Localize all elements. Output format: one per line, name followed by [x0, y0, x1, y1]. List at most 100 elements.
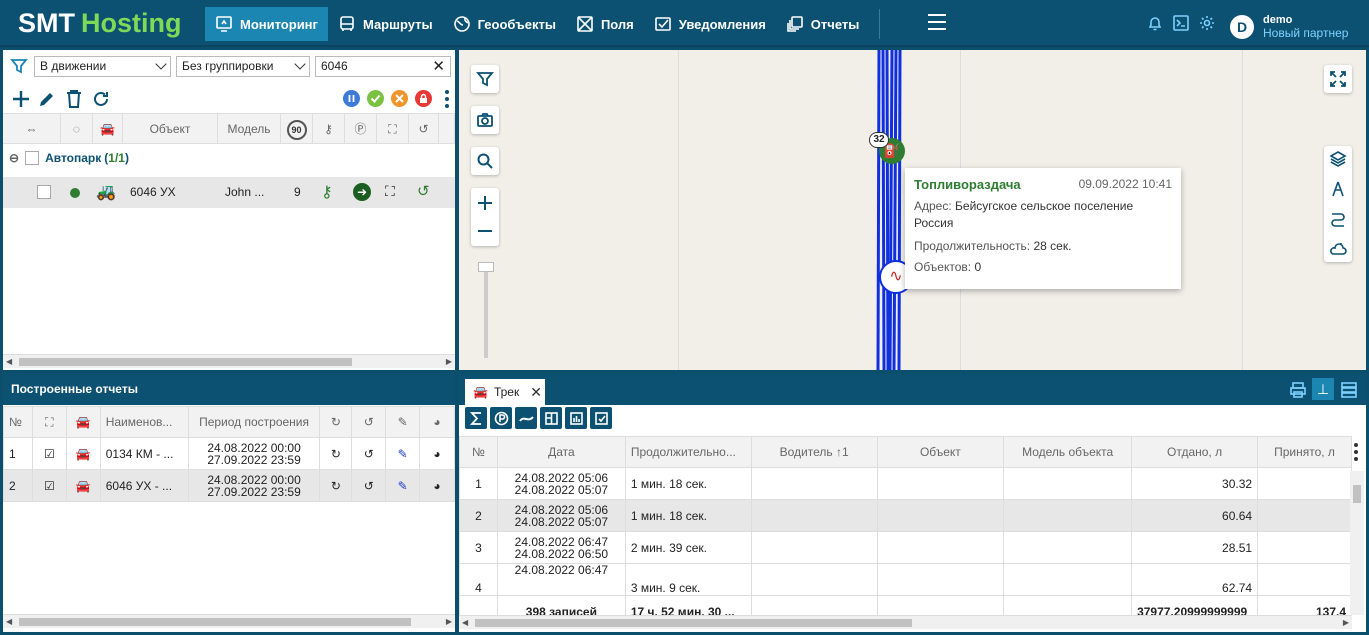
parking-button[interactable]: [490, 407, 512, 429]
nav-routes[interactable]: Маршруты: [328, 7, 443, 41]
filter-icon[interactable]: [10, 57, 28, 75]
rebuild-icon[interactable]: ↻: [319, 469, 353, 502]
pie-chart-icon: ◕: [419, 406, 455, 438]
tab-track[interactable]: 🚘 Трек ✕: [465, 379, 545, 405]
more-vert-icon[interactable]: [1352, 442, 1360, 462]
fullscreen-icon: [1330, 71, 1346, 87]
locate-icon[interactable]: ◌: [61, 114, 93, 144]
col-object[interactable]: Объект: [123, 114, 218, 144]
clear-icon[interactable]: ✕: [432, 57, 445, 76]
history-icon[interactable]: ↺: [351, 437, 387, 470]
nav-reports[interactable]: Отчеты: [776, 7, 870, 41]
track-row[interactable]: 1 24.08.2022 05:06 24.08.2022 05:07 1 мин…: [459, 467, 1352, 500]
ignition-key-icon[interactable]: ⚷: [321, 182, 333, 202]
map[interactable]: ⛽ 32 ∿ Топливораздача 09.09.2022 10:41 А…: [459, 50, 1366, 370]
moving-arrow-icon[interactable]: ➜: [353, 183, 371, 201]
ruler-icon[interactable]: [1329, 180, 1347, 198]
object-checkbox[interactable]: [37, 185, 51, 199]
nav-geoobjects[interactable]: Геообъекты: [443, 7, 566, 41]
vertical-scrollbar[interactable]: [1350, 471, 1364, 615]
map-search-button[interactable]: [471, 147, 499, 175]
track-row[interactable]: 4 24.08.2022 06:47 3 мин. 9 сек. 62.74: [459, 563, 1352, 596]
zoom-in-icon[interactable]: [476, 194, 494, 212]
grouping-select[interactable]: Без группировки: [176, 56, 310, 77]
pie-chart-icon[interactable]: ◕: [419, 469, 455, 502]
refresh-icon[interactable]: [91, 89, 111, 109]
show-on-map-icon[interactable]: ✎: [385, 469, 421, 502]
zoom-out-icon[interactable]: [476, 222, 494, 240]
zoom-slider[interactable]: [484, 262, 488, 358]
col-name[interactable]: Наименов...: [99, 406, 189, 438]
horizontal-scrollbar[interactable]: ◀ ▶: [3, 354, 455, 368]
lock-icon[interactable]: [415, 90, 432, 107]
col-speed[interactable]: 90: [281, 114, 313, 144]
show-on-map-icon[interactable]: ✎: [385, 437, 421, 470]
top-bar: SMT Hosting Мониторинг Маршруты Геообъект…: [0, 0, 1369, 47]
key-icon[interactable]: ⚷: [313, 114, 345, 144]
tools-icon[interactable]: [391, 90, 408, 107]
screenshot-button[interactable]: [471, 106, 499, 134]
chart-button[interactable]: [565, 407, 587, 429]
close-icon[interactable]: ✕: [530, 384, 542, 401]
rebuild-icon[interactable]: ↻: [319, 437, 353, 470]
group-avtopark[interactable]: ⊖ Автопарк (1/1): [9, 151, 129, 165]
layout-icon[interactable]: [1340, 381, 1358, 399]
collapse-icon[interactable]: ⊖: [9, 151, 19, 165]
avatar: D: [1230, 15, 1254, 39]
terminal-icon[interactable]: [1172, 14, 1190, 32]
row-checkbox[interactable]: ☑: [31, 437, 67, 470]
logo[interactable]: SMT Hosting: [10, 6, 198, 42]
pie-chart-icon[interactable]: ◕: [419, 437, 455, 470]
track-row[interactable]: 2 24.08.2022 05:06 24.08.2022 05:07 1 мин…: [459, 499, 1352, 532]
track-line-button[interactable]: [515, 407, 537, 429]
history-icon[interactable]: ↺: [417, 182, 430, 200]
nav-fields[interactable]: Поля: [566, 7, 644, 41]
report-row[interactable]: 1 ☑ 🚘 0134 КМ - ... 24.08.2022 00:00 27.0…: [3, 437, 455, 470]
row-checkbox[interactable]: ☑: [31, 469, 67, 502]
more-vert-icon[interactable]: [443, 89, 451, 109]
expand-collapse-icon[interactable]: ⇔: [3, 114, 61, 144]
fullscreen-button[interactable]: [1324, 65, 1352, 93]
col-model[interactable]: Модель: [218, 114, 281, 144]
layers-icon[interactable]: [1329, 150, 1347, 168]
fuel-popup: Топливораздача 09.09.2022 10:41 Адрес: Б…: [905, 168, 1181, 289]
edit-icon[interactable]: [37, 89, 57, 109]
columns-icon: [544, 411, 558, 425]
print-icon[interactable]: [1289, 381, 1307, 399]
pin-button[interactable]: ⊥: [1312, 378, 1334, 400]
group-checkbox[interactable]: [25, 151, 40, 165]
gear-icon[interactable]: [1198, 14, 1216, 32]
history-icon[interactable]: ↺: [351, 469, 387, 502]
parking-icon[interactable]: Ⓟ: [345, 114, 377, 144]
delete-icon[interactable]: [65, 89, 83, 109]
col-period[interactable]: Период построения: [187, 406, 321, 438]
object-row[interactable]: 🚜 6046 УХ John ... 9 ⚷ ➜ ⛶ ↺: [3, 177, 455, 208]
user-menu[interactable]: D demo Новый партнер: [1230, 14, 1348, 40]
track-row[interactable]: 3 24.08.2022 06:47 24.08.2022 06:50 2 мин…: [459, 531, 1352, 564]
bell-icon[interactable]: [1146, 14, 1164, 32]
zoom-slider-handle[interactable]: [478, 262, 494, 272]
route-icon[interactable]: [1329, 210, 1347, 228]
binoculars-icon[interactable]: ⛶: [377, 114, 409, 144]
binoculars-icon[interactable]: ⛶: [385, 183, 395, 200]
report-row[interactable]: 2 ☑ 🚘 6046 УХ - ... 24.08.2022 00:00 27.0…: [3, 469, 455, 502]
motion-select[interactable]: В движении: [34, 56, 171, 77]
history-icon[interactable]: ↺: [409, 114, 439, 144]
add-icon[interactable]: [11, 89, 31, 109]
check-icon[interactable]: [367, 90, 384, 107]
search-input[interactable]: 6046 ✕: [315, 56, 451, 77]
nav-monitoring[interactable]: Мониторинг: [205, 7, 328, 41]
map-filter-button[interactable]: [471, 65, 499, 93]
col-more[interactable]: [439, 114, 455, 144]
pause-icon[interactable]: [343, 90, 360, 107]
menu-icon[interactable]: [928, 14, 946, 30]
export-button[interactable]: [590, 407, 612, 429]
sum-button[interactable]: [465, 407, 487, 429]
camera-icon: [477, 113, 493, 127]
nav-notifications[interactable]: Уведомления: [644, 7, 776, 41]
columns-button[interactable]: [540, 407, 562, 429]
horizontal-scrollbar[interactable]: ◀ ▶: [459, 615, 1352, 629]
horizontal-scrollbar[interactable]: ◀ ▶: [3, 614, 455, 628]
weather-icon[interactable]: [1329, 240, 1347, 258]
monitor-icon: [216, 16, 232, 32]
